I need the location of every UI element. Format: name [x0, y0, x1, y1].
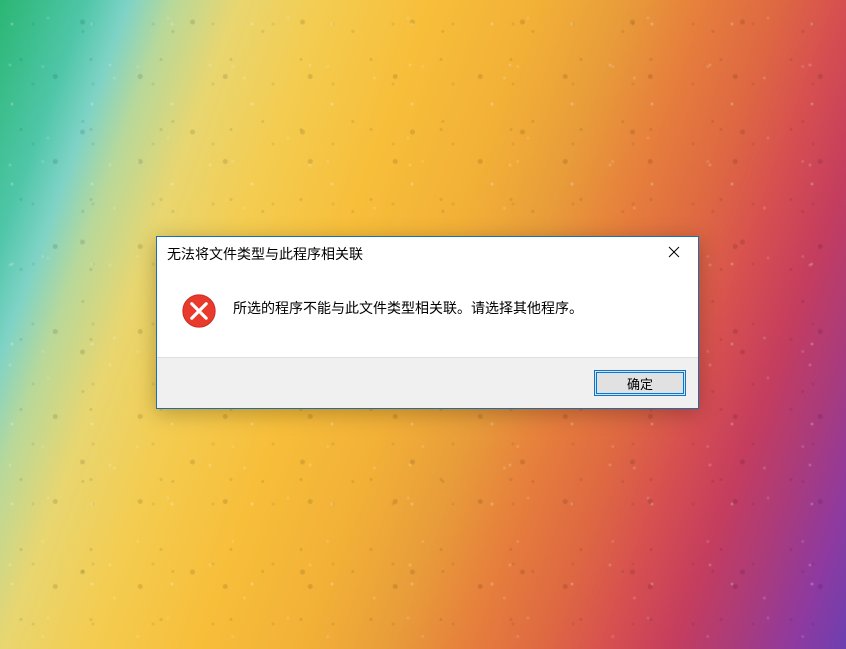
close-button[interactable] — [652, 239, 696, 269]
close-icon — [668, 245, 680, 263]
dialog-footer: 确定 — [157, 357, 698, 408]
error-icon — [181, 293, 217, 329]
dialog-body: 所选的程序不能与此文件类型相关联。请选择其他程序。 — [157, 271, 698, 357]
dialog-message: 所选的程序不能与此文件类型相关联。请选择其他程序。 — [233, 299, 583, 319]
error-dialog: 无法将文件类型与此程序相关联 所选的程序不能与此文件类型相关联。请选择其他程序。… — [156, 236, 699, 409]
ok-button[interactable]: 确定 — [594, 370, 686, 396]
dialog-titlebar[interactable]: 无法将文件类型与此程序相关联 — [157, 237, 698, 271]
dialog-title: 无法将文件类型与此程序相关联 — [167, 244, 363, 264]
